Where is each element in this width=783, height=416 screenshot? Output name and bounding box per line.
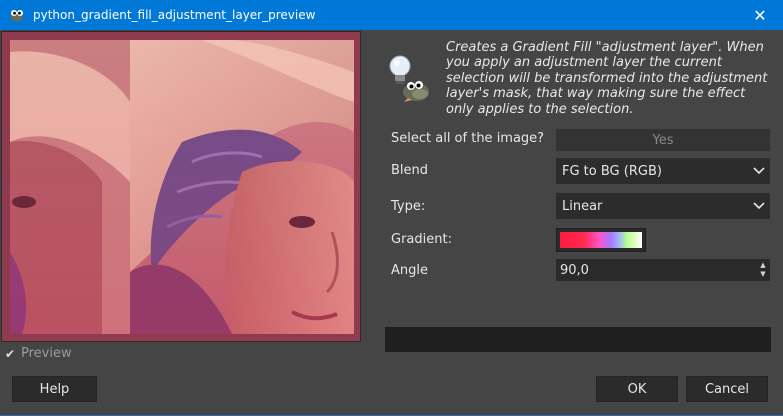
select-all-toggle[interactable]: Yes xyxy=(556,129,770,151)
progress-bar xyxy=(385,327,771,352)
select-all-label: Select all of the image? xyxy=(391,131,545,146)
chevron-down-icon xyxy=(748,158,770,184)
gradient-label: Gradient: xyxy=(391,232,452,247)
cancel-button[interactable]: Cancel xyxy=(686,376,768,402)
close-icon[interactable]: ✕ xyxy=(737,0,783,30)
window-title: python_gradient_fill_adjustment_layer_pr… xyxy=(33,8,316,22)
help-button[interactable]: Help xyxy=(12,376,97,402)
preview-image xyxy=(1,31,361,342)
type-label: Type: xyxy=(391,199,426,214)
lightbulb-wilber-icon xyxy=(386,54,432,104)
type-select[interactable]: Linear xyxy=(556,193,770,219)
blend-select-value: FG to BG (RGB) xyxy=(562,163,662,179)
ok-button[interactable]: OK xyxy=(596,376,678,402)
angle-label: Angle xyxy=(391,263,428,278)
gradient-swatch xyxy=(560,232,642,248)
preview-checkbox[interactable]: ✔ Preview xyxy=(4,346,72,361)
chevron-down-icon xyxy=(748,193,770,219)
gradient-picker-button[interactable] xyxy=(556,228,646,252)
preview-checkbox-label: Preview xyxy=(21,346,72,361)
spin-down-icon[interactable]: ▼ xyxy=(760,270,765,279)
angle-spinbox[interactable]: 90,0 ▲ ▼ xyxy=(556,259,770,281)
plugin-description: Creates a Gradient Fill "adjustment laye… xyxy=(446,40,768,117)
spin-up-icon[interactable]: ▲ xyxy=(760,261,765,270)
blend-label: Blend xyxy=(391,163,429,178)
gimp-wilber-icon xyxy=(9,8,25,22)
spin-arrows[interactable]: ▲ ▼ xyxy=(756,259,770,281)
title-bar: python_gradient_fill_adjustment_layer_pr… xyxy=(0,0,783,30)
checkmark-icon: ✔ xyxy=(4,346,16,361)
angle-value: 90,0 xyxy=(560,262,589,278)
blend-select[interactable]: FG to BG (RGB) xyxy=(556,158,770,184)
type-select-value: Linear xyxy=(562,198,603,214)
